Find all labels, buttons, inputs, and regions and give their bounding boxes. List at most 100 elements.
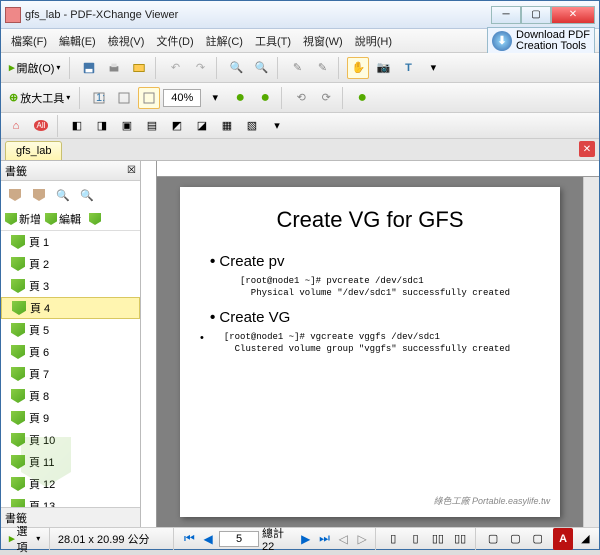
annot-more-icon[interactable]: ▾ <box>266 115 288 137</box>
nav-back-icon[interactable]: ◁ <box>335 530 351 548</box>
annot-3-icon[interactable]: ▣ <box>116 115 138 137</box>
menu-file[interactable]: 檔案(F) <box>5 31 53 51</box>
minimize-button[interactable]: ─ <box>491 6 521 24</box>
bookmark-label: 頁 8 <box>29 388 49 404</box>
menu-window[interactable]: 視窗(W) <box>297 31 349 51</box>
bookmark-label: 頁 3 <box>29 278 49 294</box>
dropdown-icon[interactable]: ▾ <box>422 57 444 79</box>
watermark-icon <box>21 437 81 497</box>
prev-page-icon[interactable]: ◀ <box>200 530 216 548</box>
bookmark-item[interactable]: 頁 6 <box>1 341 140 363</box>
save-icon[interactable] <box>78 57 100 79</box>
fit-page-icon[interactable]: 1:1 <box>88 87 110 109</box>
zoom-input[interactable] <box>163 89 201 107</box>
open-button[interactable]: ▸開啟(O)▾ <box>5 60 64 76</box>
bookmark-item[interactable]: 頁 3 <box>1 275 140 297</box>
bookmark-label: 頁 7 <box>29 366 49 382</box>
scrollbar-vertical[interactable] <box>583 177 599 527</box>
fit-actual-icon[interactable] <box>138 87 160 109</box>
tool-a-icon[interactable]: ✎ <box>286 57 308 79</box>
note-icon[interactable]: All <box>30 115 52 137</box>
bookmark-icon <box>11 411 25 425</box>
next-page-icon[interactable]: ▶ <box>298 530 314 548</box>
add-icon[interactable]: ● <box>351 87 373 109</box>
document-area: Create VG for GFS Create pv [root@node1 … <box>141 161 599 527</box>
bm-tool-1-icon[interactable] <box>5 185 25 205</box>
page-number-input[interactable] <box>219 531 259 547</box>
adobe-icon[interactable]: A <box>553 528 572 550</box>
menu-help[interactable]: 說明(H) <box>349 31 398 51</box>
maximize-button[interactable]: ▢ <box>521 6 551 24</box>
bookmark-item[interactable]: 頁 4 <box>1 297 140 319</box>
fit-width-icon[interactable] <box>113 87 135 109</box>
bm-edit-button[interactable]: 編輯 <box>45 211 81 227</box>
bm-tool-2-icon[interactable] <box>29 185 49 205</box>
zoom-dropdown-icon[interactable]: ▾ <box>204 87 226 109</box>
bm-add-button[interactable]: 新增 <box>5 211 41 227</box>
layout-3-icon[interactable]: ▯▯ <box>428 528 447 550</box>
view-b-icon[interactable]: ▢ <box>506 528 525 550</box>
view-c-icon[interactable]: ▢ <box>528 528 547 550</box>
statusbar: ▸選項▾ 28.01 x 20.99 公分 ⏮ ◀ 總計 22 ▶ ⏭ ◁ ▷ … <box>1 527 599 549</box>
zoom-in-icon[interactable]: ● <box>254 87 276 109</box>
bookmark-icon <box>11 279 25 293</box>
layout-4-icon[interactable]: ▯▯ <box>451 528 470 550</box>
home-icon[interactable]: ⌂ <box>5 115 27 137</box>
zoom-tool-button[interactable]: ⊕放大工具▾ <box>5 90 74 106</box>
rotate-left-icon[interactable]: ⟲ <box>290 87 312 109</box>
document-tabs: gfs_lab ✕ <box>1 139 599 161</box>
menu-edit[interactable]: 編輯(E) <box>53 31 102 51</box>
annot-2-icon[interactable]: ◨ <box>91 115 113 137</box>
bookmark-item[interactable]: 頁 9 <box>1 407 140 429</box>
zoom-out-icon[interactable]: ● <box>229 87 251 109</box>
undo-icon[interactable]: ↶ <box>164 57 186 79</box>
close-button[interactable]: ✕ <box>551 6 595 24</box>
menu-view[interactable]: 檢視(V) <box>102 31 151 51</box>
tab-close-icon[interactable]: ✕ <box>579 141 595 157</box>
annot-6-icon[interactable]: ◪ <box>191 115 213 137</box>
annot-4-icon[interactable]: ▤ <box>141 115 163 137</box>
menu-document[interactable]: 文件(D) <box>150 31 199 51</box>
email-icon[interactable] <box>128 57 150 79</box>
bookmark-list[interactable]: 頁 1頁 2頁 3頁 4頁 5頁 6頁 7頁 8頁 9頁 10頁 11頁 12頁… <box>1 231 140 507</box>
bookmark-item[interactable]: 頁 7 <box>1 363 140 385</box>
panel-close-icon[interactable]: ☒ <box>127 165 136 176</box>
bm-zoom-out-icon[interactable]: 🔍 <box>77 185 97 205</box>
layout-2-icon[interactable]: ▯ <box>406 528 425 550</box>
tab-gfs-lab[interactable]: gfs_lab <box>5 141 62 160</box>
print-icon[interactable] <box>103 57 125 79</box>
toolbar-zoom: ⊕放大工具▾ 1:1 ▾ ● ● ⟲ ⟳ ● <box>1 83 599 113</box>
download-tools-button[interactable]: ⬇ Download PDF Creation Tools <box>487 27 595 55</box>
menu-comment[interactable]: 註解(C) <box>200 31 249 51</box>
bookmark-item[interactable]: 頁 1 <box>1 231 140 253</box>
bookmark-item[interactable]: 頁 8 <box>1 385 140 407</box>
layout-1-icon[interactable]: ▯ <box>384 528 403 550</box>
bookmark-label: 頁 2 <box>29 256 49 272</box>
search-icon[interactable]: 🔍 <box>250 57 272 79</box>
rotate-right-icon[interactable]: ⟳ <box>315 87 337 109</box>
slide-code-2: [root@node1 ~]# vgcreate vggfs /dev/sdc1… <box>224 332 510 355</box>
select-text-icon[interactable]: T <box>397 57 419 79</box>
bm-zoom-in-icon[interactable]: 🔍 <box>53 185 73 205</box>
menu-tools[interactable]: 工具(T) <box>249 31 297 51</box>
snapshot-icon[interactable]: 📷 <box>372 57 394 79</box>
last-page-icon[interactable]: ⏭ <box>317 530 333 548</box>
tool-b-icon[interactable]: ✎ <box>311 57 333 79</box>
bookmark-item[interactable]: 頁 5 <box>1 319 140 341</box>
status-extra-icon[interactable]: ◢ <box>576 528 595 550</box>
first-page-icon[interactable]: ⏮ <box>181 530 197 548</box>
nav-fwd-icon[interactable]: ▷ <box>354 530 370 548</box>
download-label-1: Download PDF <box>516 30 590 41</box>
find-icon[interactable]: 🔍 <box>225 57 247 79</box>
annot-8-icon[interactable]: ▧ <box>241 115 263 137</box>
view-a-icon[interactable]: ▢ <box>483 528 502 550</box>
bm-tool-5-icon[interactable] <box>85 209 105 229</box>
page-viewport[interactable]: Create VG for GFS Create pv [root@node1 … <box>157 177 583 527</box>
hand-tool-icon[interactable]: ✋ <box>347 57 369 79</box>
redo-icon[interactable]: ↷ <box>189 57 211 79</box>
annot-7-icon[interactable]: ▦ <box>216 115 238 137</box>
toolbar-annot: ⌂ All ◧ ◨ ▣ ▤ ◩ ◪ ▦ ▧ ▾ <box>1 113 599 139</box>
bookmark-item[interactable]: 頁 2 <box>1 253 140 275</box>
annot-5-icon[interactable]: ◩ <box>166 115 188 137</box>
annot-1-icon[interactable]: ◧ <box>66 115 88 137</box>
